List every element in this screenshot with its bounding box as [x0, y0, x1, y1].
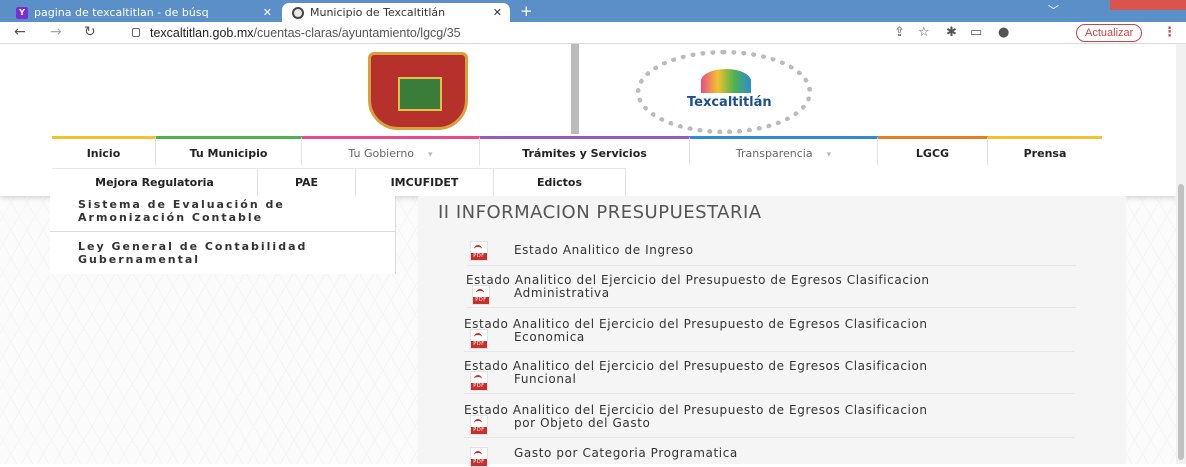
pdf-icon [470, 447, 488, 467]
sidebar: Sistema de Evaluación de Armonización Co… [50, 196, 396, 274]
sidebar-item-sevac[interactable]: Sistema de Evaluación de Armonización Co… [50, 198, 396, 232]
sidepanel-icon[interactable]: ▭ [970, 25, 982, 40]
header-divider [571, 44, 579, 134]
close-icon[interactable]: ✕ [493, 3, 502, 22]
logo-text: Texcaltitlán [687, 95, 772, 110]
reload-icon[interactable]: ↻ [84, 24, 96, 40]
pdf-icon [470, 415, 488, 435]
extensions-icon[interactable]: ✱ [946, 25, 957, 40]
bookmark-star-icon[interactable]: ☆ [918, 25, 930, 40]
tab-title: Municipio de Texcaltitlán [310, 6, 446, 19]
logo-emblem [701, 69, 751, 93]
document-item[interactable]: Estado Analitico del Ejercicio del Presu… [464, 360, 1074, 394]
menu-item-pae[interactable]: PAE [258, 168, 356, 196]
new-tab-icon[interactable]: + [520, 2, 533, 20]
pdf-icon [470, 329, 488, 349]
address-bar[interactable]: texcaltitlan.gob.mx/cuentas-claras/ayunt… [150, 26, 461, 40]
document-item[interactable]: Estado Analitico del Ejercicio del Presu… [464, 318, 1074, 352]
sidebar-item-lgcg[interactable]: Ley General de Contabilidad Gubernamenta… [50, 240, 396, 274]
browser-tab-strip: Y pagina de texcaltitlan - de búsq ✕ Mun… [0, 0, 1186, 22]
chevron-down-icon[interactable]: ﹀ [1048, 2, 1059, 18]
pdf-icon [470, 371, 488, 391]
lock-icon [132, 28, 140, 37]
scrollbar-thumb[interactable] [1178, 184, 1184, 460]
main-menu-row-1: Inicio Tu Municipio Tu Gobierno Trámites… [52, 136, 1102, 168]
menu-item-mejora-regulatoria[interactable]: Mejora Regulatoria [52, 168, 258, 196]
tab-title: pagina de texcaltitlan - de búsq [34, 6, 209, 19]
municipio-logo[interactable]: Texcaltitlán [636, 50, 812, 134]
share-icon[interactable]: ⇪ [894, 25, 905, 40]
menu-item-prensa[interactable]: Prensa [988, 136, 1102, 165]
forward-icon[interactable]: → [50, 24, 62, 40]
menu-item-tramites[interactable]: Trámites y Servicios [480, 136, 690, 165]
update-button[interactable]: Actualizar [1076, 24, 1143, 42]
menu-item-tu-gobierno[interactable]: Tu Gobierno [302, 136, 480, 165]
back-icon[interactable]: ← [14, 24, 26, 40]
section-title: II INFORMACION PRESUPUESTARIA [438, 202, 762, 223]
close-icon[interactable]: ✕ [263, 3, 272, 22]
pdf-icon [470, 241, 488, 261]
browser-toolbar: ← → ↻ texcaltitlan.gob.mx/cuentas-claras… [0, 22, 1186, 44]
pdf-icon [472, 285, 490, 305]
document-item[interactable]: Estado Analitico del Ejercicio del Presu… [466, 274, 1076, 308]
profile-icon[interactable]: ● [998, 25, 1009, 40]
coat-of-arms-logo[interactable] [368, 52, 468, 130]
yahoo-icon: Y [16, 7, 28, 19]
site-header: Texcaltitlán Inicio Tu Municipio Tu Gobi… [0, 44, 1176, 196]
menu-item-imcufidet[interactable]: IMCUFIDET [356, 168, 494, 196]
menu-item-inicio[interactable]: Inicio [52, 136, 156, 165]
menu-kebab-icon[interactable]: ⋮ [1163, 25, 1176, 40]
menu-item-transparencia[interactable]: Transparencia [690, 136, 878, 165]
window-close-button[interactable] [1110, 0, 1186, 10]
document-item[interactable]: Estado Analitico de Ingreso [466, 240, 1076, 266]
menu-item-edictos[interactable]: Edictos [494, 168, 626, 196]
document-item[interactable]: Gasto por Categoria Programatica [466, 444, 1076, 467]
tab-municipio[interactable]: Municipio de Texcaltitlán ✕ [282, 3, 510, 22]
page-viewport: Texcaltitlán Inicio Tu Municipio Tu Gobi… [0, 44, 1186, 467]
document-item[interactable]: Estado Analitico del Ejercicio del Presu… [464, 404, 1074, 438]
site-favicon-icon [292, 7, 304, 19]
tab-search[interactable]: Y pagina de texcaltitlan - de búsq ✕ [6, 3, 280, 22]
content-panel: II INFORMACION PRESUPUESTARIA Estado Ana… [418, 196, 1126, 467]
main-menu-row-2: Mejora Regulatoria PAE IMCUFIDET Edictos [52, 168, 626, 196]
menu-item-tu-municipio[interactable]: Tu Municipio [156, 136, 302, 165]
menu-item-lgcg[interactable]: LGCG [878, 136, 988, 165]
